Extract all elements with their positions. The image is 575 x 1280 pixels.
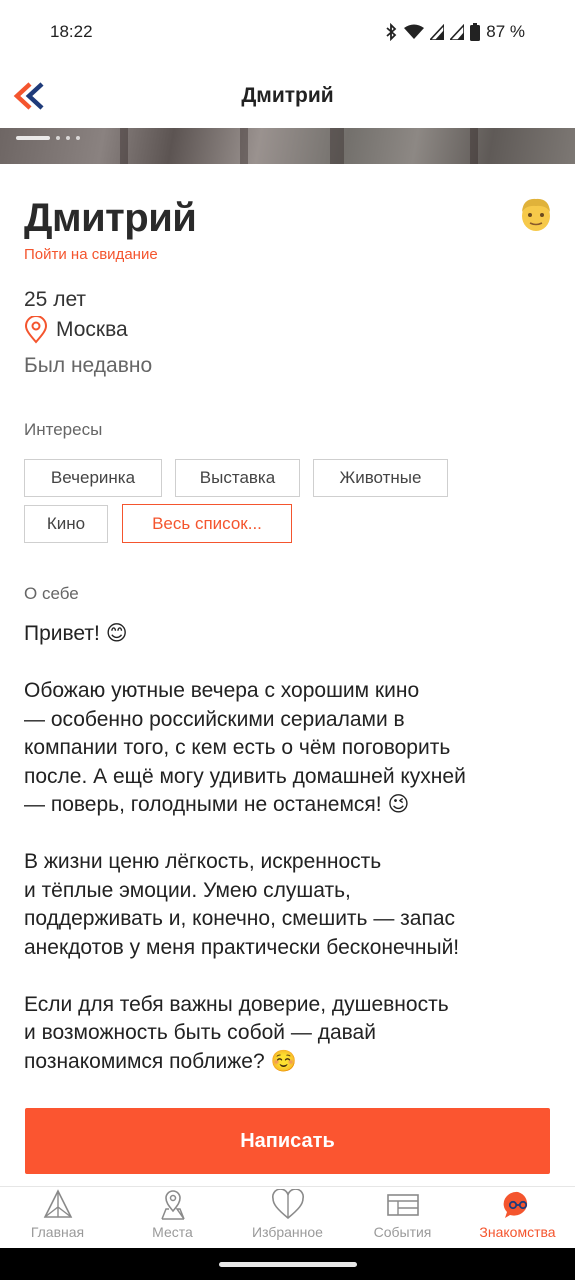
about-line: поддерживать и, конечно, смешить — запас [24,907,456,930]
write-message-button[interactable]: Написать [25,1108,550,1174]
about-line: после. А ещё могу удивить домашней кухне… [24,764,466,788]
signal-icon-2 [450,24,465,40]
about-line: анекдотов у меня практически бесконечный… [24,935,460,959]
about-paragraph: Обожаю уютные вечера с хорошим кино — ос… [24,677,559,820]
photo-dot [66,136,70,140]
nav-label: Избранное [252,1224,323,1240]
profile-city-row: Москва [24,316,128,344]
interests-label: Интересы [24,420,103,439]
about-paragraph: Если для тебя важны доверие, душевность … [24,991,559,1077]
nav-item-events[interactable]: События [345,1187,460,1248]
bottom-nav: Главная Места Избранное События Знакомст… [0,1186,575,1248]
nav-item-places[interactable]: Места [115,1187,230,1248]
man-face-emoji-icon [519,196,553,232]
status-time: 18:22 [50,22,93,41]
about-paragraph: Привет! 😊 [24,620,559,649]
status-icons: 87 % [384,22,525,42]
about-line: Обожаю уютные вечера с хорошим кино [24,679,420,702]
heart-icon [271,1189,304,1220]
wifi-icon [404,24,425,39]
about-line: В жизни ценю лёгкость, искренность [24,850,382,873]
interest-chip[interactable]: Кино [24,505,108,543]
bluetooth-icon [386,23,397,41]
about-line: компании того, с кем есть о чём поговори… [24,736,451,759]
about-text: Привет! 😊 Обожаю уютные вечера с хорошим… [24,620,559,1105]
dating-icon [503,1191,527,1218]
photo-pagination [16,136,80,140]
about-line: — особенно российскими сериалами в [24,707,405,731]
events-icon [386,1194,419,1216]
profile-city: Москва [56,318,128,341]
nav-item-favorites[interactable]: Избранное [230,1187,345,1248]
system-gesture-bar [0,1248,575,1280]
nav-item-home[interactable]: Главная [0,1187,115,1248]
photo-dot-active [16,136,50,140]
about-line: Если для тебя важны доверие, душевность [24,992,449,1016]
about-line: и возможность быть собой — давай [24,1021,376,1044]
date-link[interactable]: Пойти на свидание [24,246,158,263]
profile-photo[interactable] [0,128,575,164]
interest-chip[interactable]: Вечеринка [24,459,162,497]
nav-label: Места [152,1224,193,1240]
interest-chip[interactable]: Выставка [175,459,300,497]
battery-percent: 87 % [486,22,525,41]
nav-label: Знакомства [479,1224,556,1240]
about-paragraph: В жизни ценю лёгкость, искренность и тёп… [24,848,559,962]
status-bar: 18:22 87 % [0,0,575,64]
map-pin-icon [160,1190,185,1220]
nav-item-dating[interactable]: Знакомства [460,1187,575,1248]
location-pin-icon [24,316,48,344]
profile-age: 25 лет [24,288,87,311]
nav-label: Главная [30,1224,85,1240]
about-line: — поверь, голодными не останемся! 😉 [24,793,410,816]
home-icon [43,1189,72,1218]
last-seen: Был недавно [24,354,153,377]
signal-icon [430,24,445,40]
photo-dot [56,136,60,140]
nav-label: События [373,1224,432,1240]
about-label: О себе [24,584,79,603]
profile-name: Дмитрий [24,196,197,240]
about-line: познакомимся поближе? ☺️ [24,1049,297,1073]
header-title: Дмитрий [241,84,334,107]
gesture-handle[interactable] [219,1262,357,1267]
about-line: и тёплые эмоции. Умею слушать, [24,878,351,902]
interest-chip[interactable]: Животные [313,459,448,497]
battery-icon [470,23,481,41]
app-header: Дмитрий [0,64,575,128]
interests-all-button[interactable]: Весь список... [122,504,292,543]
photo-dot [76,136,80,140]
about-line: Привет! 😊 [24,622,128,645]
